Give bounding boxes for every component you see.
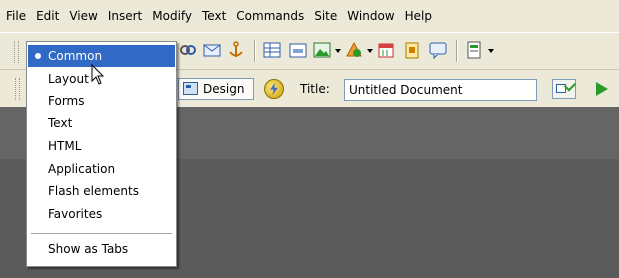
toolbar-separator bbox=[254, 40, 256, 62]
menu-item-label: Show as Tabs bbox=[48, 242, 129, 256]
design-view-icon bbox=[183, 82, 198, 95]
menu-file[interactable]: File bbox=[0, 0, 31, 32]
menu-item-label: Favorites bbox=[48, 207, 103, 221]
title-input[interactable] bbox=[344, 79, 537, 101]
template-icon[interactable] bbox=[464, 40, 484, 60]
email-link-icon[interactable] bbox=[202, 40, 222, 60]
menu-view[interactable]: View bbox=[64, 0, 102, 32]
menu-item-application[interactable]: Application bbox=[28, 158, 175, 180]
menu-item-label: Common bbox=[48, 49, 103, 63]
menu-item-label: HTML bbox=[48, 139, 82, 153]
menu-commands[interactable]: Commands bbox=[231, 0, 309, 32]
live-data-icon[interactable] bbox=[264, 79, 284, 99]
image-icon[interactable] bbox=[312, 40, 332, 60]
date-icon[interactable] bbox=[376, 40, 396, 60]
menu-item-show-as-tabs[interactable]: Show as Tabs bbox=[28, 238, 175, 260]
anchor-link-icon[interactable] bbox=[178, 40, 198, 60]
server-include-icon[interactable] bbox=[402, 40, 422, 60]
title-label: Title: bbox=[300, 82, 330, 96]
toolbar-grip[interactable] bbox=[14, 41, 19, 63]
design-view-label: Design bbox=[203, 82, 245, 96]
menu-item-html[interactable]: HTML bbox=[28, 135, 175, 157]
media-dropdown-arrow-icon[interactable] bbox=[367, 49, 373, 53]
image-dropdown-arrow-icon[interactable] bbox=[335, 49, 341, 53]
preview-browser-icon[interactable] bbox=[596, 82, 608, 96]
menu-modify[interactable]: Modify bbox=[147, 0, 197, 32]
media-icon[interactable] bbox=[344, 40, 364, 60]
menu-edit[interactable]: Edit bbox=[31, 0, 64, 32]
menu-insert[interactable]: Insert bbox=[103, 0, 147, 32]
toolbar-grip[interactable] bbox=[15, 78, 20, 100]
menu-item-label: Flash elements bbox=[48, 184, 139, 198]
named-anchor-icon[interactable] bbox=[226, 40, 246, 60]
menu-divider bbox=[31, 233, 172, 234]
menu-help[interactable]: Help bbox=[400, 0, 437, 32]
menu-item-text[interactable]: Text bbox=[28, 112, 175, 134]
menu-window[interactable]: Window bbox=[342, 0, 399, 32]
validate-markup-icon[interactable] bbox=[552, 79, 576, 99]
menu-item-label: Text bbox=[48, 116, 73, 130]
table-icon[interactable] bbox=[262, 40, 282, 60]
menu-item-label: Layout bbox=[48, 72, 89, 86]
template-dropdown-arrow-icon[interactable] bbox=[488, 49, 494, 53]
design-view-button[interactable]: Design bbox=[178, 78, 254, 100]
menu-item-label: Application bbox=[48, 162, 116, 176]
menu-item-forms[interactable]: Forms bbox=[28, 90, 175, 112]
mouse-cursor-icon bbox=[91, 64, 105, 85]
menu-text[interactable]: Text bbox=[197, 0, 231, 32]
comment-icon[interactable] bbox=[428, 40, 448, 60]
menu-bar: File Edit View Insert Modify Text Comman… bbox=[0, 0, 619, 32]
menu-item-flash-elements[interactable]: Flash elements bbox=[28, 180, 175, 202]
selected-bullet-icon bbox=[35, 53, 41, 59]
menu-item-favorites[interactable]: Favorites bbox=[28, 203, 175, 225]
toolbar-separator bbox=[456, 40, 458, 62]
menu-site[interactable]: Site bbox=[309, 0, 342, 32]
layer-icon[interactable] bbox=[288, 40, 308, 60]
menu-item-label: Forms bbox=[48, 94, 85, 108]
